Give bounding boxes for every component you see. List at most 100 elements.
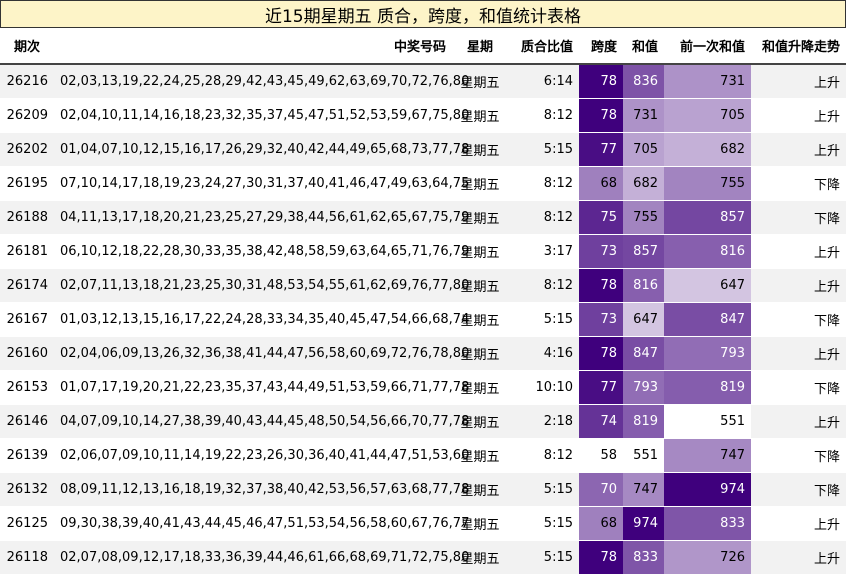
cell-weekday: 星期五 <box>452 132 508 167</box>
table-row: 26167 01,03,12,13,15,16,17,22,24,28,33,34… <box>0 302 846 337</box>
cell-issue: 26174 <box>0 268 54 303</box>
cell-ratio: 5:15 <box>508 302 579 337</box>
cell-sum: 974 <box>623 506 664 541</box>
cell-span: 78 <box>579 98 623 133</box>
cell-weekday: 星期五 <box>452 404 508 439</box>
cell-numbers: 02,04,06,09,13,26,32,36,38,41,44,47,56,5… <box>54 336 469 371</box>
cell-trend: 上升 <box>751 506 846 541</box>
cell-prev-sum: 755 <box>664 166 751 201</box>
cell-numbers: 07,10,14,17,18,19,23,24,27,30,31,37,40,4… <box>54 166 469 201</box>
cell-issue: 26209 <box>0 98 54 133</box>
cell-issue: 26146 <box>0 404 54 439</box>
cell-weekday: 星期五 <box>452 336 508 371</box>
cell-span: 68 <box>579 506 623 541</box>
cell-span: 58 <box>579 438 623 473</box>
cell-prev-sum: 731 <box>664 64 751 99</box>
cell-prev-sum: 647 <box>664 268 751 303</box>
table-row: 26118 02,07,08,09,12,17,18,33,36,39,44,46… <box>0 540 846 575</box>
cell-trend: 下降 <box>751 438 846 473</box>
cell-weekday: 星期五 <box>452 234 508 269</box>
cell-numbers: 01,03,12,13,15,16,17,22,24,28,33,34,35,4… <box>54 302 469 337</box>
cell-weekday: 星期五 <box>452 302 508 337</box>
cell-sum: 836 <box>623 64 664 99</box>
table-row: 26146 04,07,09,10,14,27,38,39,40,43,44,45… <box>0 404 846 439</box>
cell-issue: 26153 <box>0 370 54 405</box>
cell-sum: 731 <box>623 98 664 133</box>
cell-issue: 26139 <box>0 438 54 473</box>
cell-trend: 上升 <box>751 404 846 439</box>
header-prev-sum: 前一次和值 <box>664 28 751 65</box>
cell-trend: 上升 <box>751 64 846 99</box>
cell-ratio: 5:15 <box>508 540 579 575</box>
cell-span: 74 <box>579 404 623 439</box>
cell-numbers: 02,07,11,13,18,21,23,25,30,31,48,53,54,5… <box>54 268 469 303</box>
cell-sum: 833 <box>623 540 664 575</box>
cell-trend: 上升 <box>751 336 846 371</box>
cell-prev-sum: 747 <box>664 438 751 473</box>
cell-prev-sum: 682 <box>664 132 751 167</box>
cell-ratio: 5:15 <box>508 472 579 507</box>
header-trend: 和值升降走势 <box>751 28 846 65</box>
cell-ratio: 10:10 <box>508 370 579 405</box>
header-sum: 和值 <box>623 28 664 65</box>
cell-trend: 下降 <box>751 370 846 405</box>
cell-numbers: 02,07,08,09,12,17,18,33,36,39,44,46,61,6… <box>54 540 469 575</box>
cell-weekday: 星期五 <box>452 268 508 303</box>
cell-issue: 26195 <box>0 166 54 201</box>
cell-span: 73 <box>579 302 623 337</box>
table-row: 26202 01,04,07,10,12,15,16,17,26,29,32,40… <box>0 132 846 167</box>
cell-span: 75 <box>579 200 623 235</box>
cell-ratio: 4:16 <box>508 336 579 371</box>
table-row: 26139 02,06,07,09,10,11,14,19,22,23,26,30… <box>0 438 846 473</box>
table-row: 26216 02,03,13,19,22,24,25,28,29,42,43,45… <box>0 64 846 99</box>
cell-trend: 上升 <box>751 98 846 133</box>
cell-weekday: 星期五 <box>452 370 508 405</box>
cell-prev-sum: 793 <box>664 336 751 371</box>
cell-span: 77 <box>579 370 623 405</box>
cell-prev-sum: 819 <box>664 370 751 405</box>
header-numbers: 中奖号码 <box>54 28 452 65</box>
cell-weekday: 星期五 <box>452 438 508 473</box>
cell-numbers: 04,11,13,17,18,20,21,23,25,27,29,38,44,5… <box>54 200 469 235</box>
cell-trend: 上升 <box>751 132 846 167</box>
table-row: 26195 07,10,14,17,18,19,23,24,27,30,31,37… <box>0 166 846 201</box>
cell-sum: 857 <box>623 234 664 269</box>
cell-weekday: 星期五 <box>452 200 508 235</box>
cell-numbers: 02,04,10,11,14,16,18,23,32,35,37,45,47,5… <box>54 98 469 133</box>
cell-ratio: 5:15 <box>508 132 579 167</box>
cell-ratio: 5:15 <box>508 506 579 541</box>
cell-trend: 下降 <box>751 472 846 507</box>
table-header: 期次 中奖号码 星期 质合比值 跨度 和值 前一次和值 和值升降走势 <box>0 28 846 65</box>
table-row: 26181 06,10,12,18,22,28,30,33,35,38,42,48… <box>0 234 846 269</box>
cell-numbers: 08,09,11,12,13,16,18,19,32,37,38,40,42,5… <box>54 472 469 507</box>
cell-sum: 682 <box>623 166 664 201</box>
cell-prev-sum: 726 <box>664 540 751 575</box>
cell-span: 78 <box>579 268 623 303</box>
cell-sum: 647 <box>623 302 664 337</box>
cell-span: 68 <box>579 166 623 201</box>
cell-ratio: 3:17 <box>508 234 579 269</box>
cell-span: 78 <box>579 540 623 575</box>
stats-table: 期次 中奖号码 星期 质合比值 跨度 和值 前一次和值 和值升降走势 26216… <box>0 28 846 575</box>
cell-numbers: 06,10,12,18,22,28,30,33,35,38,42,48,58,5… <box>54 234 469 269</box>
table-row: 26174 02,07,11,13,18,21,23,25,30,31,48,53… <box>0 268 846 303</box>
cell-span: 78 <box>579 64 623 99</box>
header-issue: 期次 <box>0 28 54 65</box>
header-weekday: 星期 <box>452 28 508 65</box>
cell-span: 70 <box>579 472 623 507</box>
cell-trend: 上升 <box>751 268 846 303</box>
cell-numbers: 09,30,38,39,40,41,43,44,45,46,47,51,53,5… <box>54 506 469 541</box>
cell-issue: 26132 <box>0 472 54 507</box>
table-row: 26153 01,07,17,19,20,21,22,23,35,37,43,44… <box>0 370 846 405</box>
cell-weekday: 星期五 <box>452 98 508 133</box>
cell-numbers: 04,07,09,10,14,27,38,39,40,43,44,45,48,5… <box>54 404 469 439</box>
cell-trend: 上升 <box>751 234 846 269</box>
cell-ratio: 6:14 <box>508 64 579 99</box>
cell-weekday: 星期五 <box>452 64 508 99</box>
cell-span: 78 <box>579 336 623 371</box>
cell-issue: 26181 <box>0 234 54 269</box>
cell-issue: 26216 <box>0 64 54 99</box>
cell-sum: 755 <box>623 200 664 235</box>
table-row: 26188 04,11,13,17,18,20,21,23,25,27,29,38… <box>0 200 846 235</box>
table-row: 26160 02,04,06,09,13,26,32,36,38,41,44,47… <box>0 336 846 371</box>
